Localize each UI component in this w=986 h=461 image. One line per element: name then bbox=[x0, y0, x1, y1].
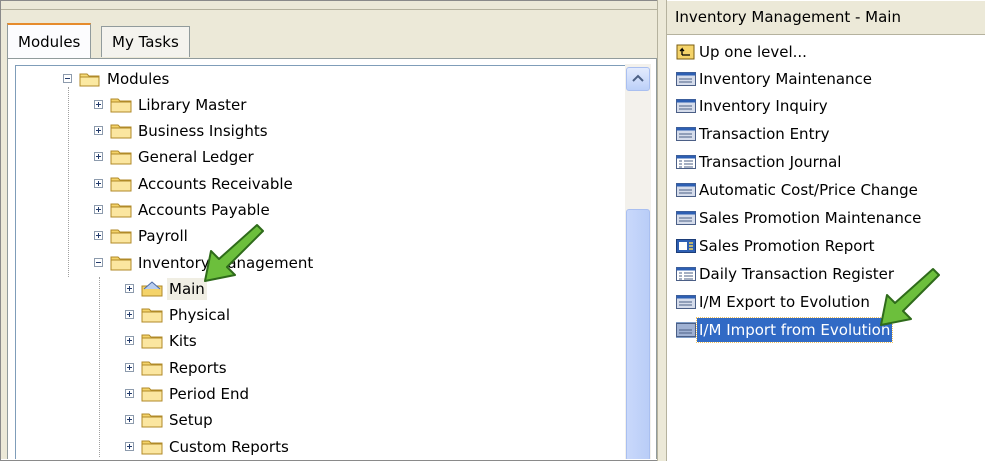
tree-node-label: Library Master bbox=[138, 96, 247, 114]
form-icon bbox=[676, 211, 696, 225]
pane-divider[interactable] bbox=[657, 0, 667, 461]
tree-node-label: Kits bbox=[169, 332, 197, 350]
pointer-arrow-icon bbox=[204, 224, 264, 282]
tree-node-general-ledger[interactable]: General Ledger bbox=[90, 146, 390, 168]
chevron-up-icon bbox=[632, 74, 644, 82]
tree-node-label: Modules bbox=[107, 70, 170, 88]
expand-icon[interactable] bbox=[94, 100, 103, 109]
tree-node-reports[interactable]: Reports bbox=[121, 357, 321, 379]
form-icon bbox=[676, 295, 696, 309]
top-splitter[interactable] bbox=[1, 1, 657, 10]
task-item-label: Inventory Inquiry bbox=[699, 97, 828, 115]
report-icon bbox=[676, 267, 696, 281]
expand-icon[interactable] bbox=[125, 284, 134, 293]
folder-open-icon bbox=[79, 73, 100, 87]
folder-icon bbox=[110, 124, 132, 139]
scroll-thumb[interactable] bbox=[626, 209, 650, 459]
pane-tabs: Modules My Tasks bbox=[7, 23, 647, 58]
task-item-label: Up one level... bbox=[699, 43, 807, 61]
folder-icon bbox=[141, 308, 163, 323]
tree-node-label: Custom Reports bbox=[169, 438, 289, 456]
tree-node-period-end[interactable]: Period End bbox=[121, 383, 321, 405]
folder-icon bbox=[141, 361, 163, 376]
tab-modules[interactable]: Modules bbox=[7, 23, 92, 58]
report-icon bbox=[676, 155, 696, 169]
tree-node-label: Setup bbox=[169, 411, 213, 429]
folder-icon bbox=[141, 387, 163, 402]
folder-icon bbox=[141, 413, 163, 428]
tree-node-label: Reports bbox=[169, 359, 227, 377]
form-icon bbox=[676, 127, 696, 141]
expand-icon[interactable] bbox=[94, 231, 103, 240]
tree-connector bbox=[99, 277, 101, 457]
expand-icon[interactable] bbox=[94, 205, 103, 214]
tree-node-label: Physical bbox=[169, 306, 231, 324]
expand-icon[interactable] bbox=[125, 415, 134, 424]
expand-icon[interactable] bbox=[125, 336, 134, 345]
folder-icon bbox=[110, 203, 132, 218]
task-list-title: Inventory Management - Main bbox=[675, 8, 901, 26]
scroll-up-button[interactable] bbox=[626, 67, 650, 91]
task-item-label: Sales Promotion Report bbox=[699, 237, 875, 255]
tree-node-label: Accounts Receivable bbox=[138, 175, 293, 193]
folder-icon bbox=[110, 98, 132, 113]
tree-node-accounts-receivable[interactable]: Accounts Receivable bbox=[90, 173, 390, 195]
task-item-label: Sales Promotion Maintenance bbox=[699, 209, 922, 227]
expand-icon[interactable] bbox=[125, 442, 134, 451]
tree-node-label: General Ledger bbox=[138, 148, 254, 166]
task-item-label: Daily Transaction Register bbox=[699, 265, 895, 283]
crystal-report-icon bbox=[676, 239, 696, 253]
task-item-label: Transaction Entry bbox=[699, 125, 830, 143]
tree-node-label: Business Insights bbox=[138, 122, 268, 140]
tree-node-setup[interactable]: Setup bbox=[121, 409, 321, 431]
expand-icon[interactable] bbox=[94, 179, 103, 188]
task-item-label: I/M Import from Evolution bbox=[695, 317, 894, 343]
home-folder-icon bbox=[141, 281, 163, 297]
tree-node-accounts-payable[interactable]: Accounts Payable bbox=[90, 199, 390, 221]
tree-connector bbox=[68, 87, 70, 277]
form-icon bbox=[676, 183, 696, 197]
folder-icon bbox=[110, 177, 132, 192]
expand-icon[interactable] bbox=[94, 126, 103, 135]
tree-node-label: Payroll bbox=[138, 227, 188, 245]
tree-node-modules[interactable]: Modules bbox=[59, 68, 359, 90]
form-icon bbox=[676, 72, 696, 86]
navigation-pane: Modules My Tasks Modules Library Master … bbox=[1, 1, 657, 459]
expand-icon[interactable] bbox=[125, 389, 134, 398]
tree-panel: Modules Library Master Business Insights… bbox=[7, 58, 657, 459]
collapse-icon[interactable] bbox=[94, 258, 103, 267]
folder-icon bbox=[141, 334, 163, 349]
tree-node-label: Accounts Payable bbox=[138, 201, 270, 219]
folder-open-icon bbox=[110, 256, 132, 271]
form-icon bbox=[676, 322, 696, 338]
form-icon bbox=[676, 99, 696, 113]
task-list-header: Inventory Management - Main bbox=[667, 1, 985, 35]
tree-node-label: Period End bbox=[169, 385, 250, 403]
task-item-label: I/M Export to Evolution bbox=[699, 293, 870, 311]
tree-vertical-scrollbar[interactable] bbox=[625, 64, 651, 459]
task-list-pane: Inventory Management - Main Up one level… bbox=[667, 0, 986, 461]
tree-node-physical[interactable]: Physical bbox=[121, 304, 321, 326]
folder-icon bbox=[110, 150, 132, 165]
folder-icon bbox=[110, 229, 132, 244]
tab-my-tasks[interactable]: My Tasks bbox=[101, 26, 190, 57]
pointer-arrow-icon bbox=[880, 268, 940, 326]
tree-node-kits[interactable]: Kits bbox=[121, 330, 321, 352]
expand-icon[interactable] bbox=[125, 310, 134, 319]
tree-node-custom-reports[interactable]: Custom Reports bbox=[121, 436, 321, 458]
task-item-label: Automatic Cost/Price Change bbox=[699, 181, 918, 199]
folder-icon bbox=[141, 440, 163, 455]
expand-icon[interactable] bbox=[94, 152, 103, 161]
tree-node-business-insights[interactable]: Business Insights bbox=[90, 120, 390, 142]
up-level-icon bbox=[676, 44, 695, 60]
task-item-label: Inventory Maintenance bbox=[699, 70, 873, 88]
collapse-icon[interactable] bbox=[63, 74, 72, 83]
expand-icon[interactable] bbox=[125, 363, 134, 372]
task-item-label: Transaction Journal bbox=[699, 153, 842, 171]
tree-node-library-master[interactable]: Library Master bbox=[90, 94, 390, 116]
